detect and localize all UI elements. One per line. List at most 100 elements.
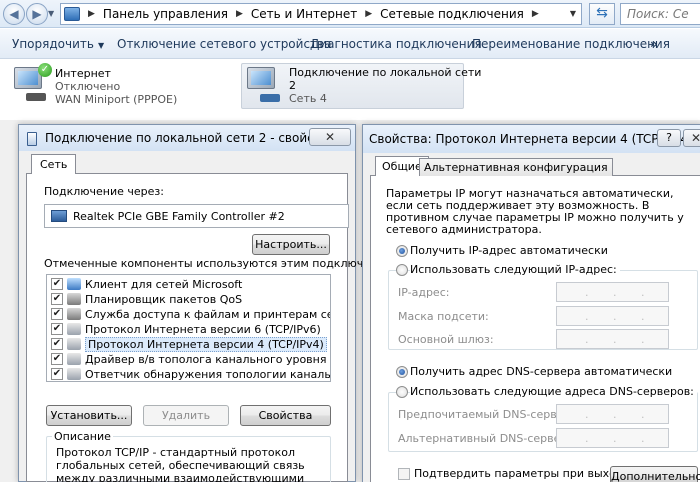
- dns-manual-radio[interactable]: [396, 386, 408, 398]
- dns-preferred-field[interactable]: ...: [556, 404, 669, 424]
- ip-dot: .: [585, 286, 589, 299]
- organize-label: Упорядочить: [12, 37, 94, 51]
- ip-address-label: IP-адрес:: [398, 286, 450, 299]
- component-checkbox[interactable]: ✔: [51, 353, 63, 365]
- breadcrumb-separator-icon[interactable]: ▶: [532, 9, 539, 19]
- dns-auto-radio[interactable]: [396, 366, 408, 378]
- organize-button[interactable]: Упорядочить ▼: [12, 29, 104, 59]
- breadcrumb-separator-icon[interactable]: ▶: [365, 9, 372, 19]
- dns-manual-label[interactable]: Использовать следующие адреса DNS-сервер…: [410, 385, 697, 398]
- explorer-window: ◀ ▶ ▼ ▶ Панель управления ▶ Сеть и Интер…: [0, 0, 700, 120]
- network-connection-icon: [247, 67, 275, 89]
- breadcrumb-control-panel[interactable]: Панель управления: [103, 7, 228, 21]
- diagnose-button[interactable]: Диагностика подключения: [310, 29, 482, 59]
- forward-icon[interactable]: ▶: [26, 3, 48, 25]
- ip-dot: .: [641, 286, 645, 299]
- subnet-field[interactable]: ...: [556, 306, 669, 326]
- ip-auto-radio[interactable]: [396, 245, 408, 257]
- back-icon[interactable]: ◀: [3, 3, 25, 25]
- protocol-icon: [67, 338, 81, 350]
- component-checkbox[interactable]: ✔: [51, 368, 63, 380]
- search-input[interactable]: Поиск: Се: [620, 3, 700, 25]
- ip-manual-radio[interactable]: [396, 264, 408, 276]
- validate-checkbox[interactable]: [398, 468, 410, 480]
- list-item[interactable]: ✔ Планировщик пакетов QoS: [51, 292, 330, 307]
- breadcrumb-network-connections[interactable]: Сетевые подключения: [380, 7, 524, 21]
- dialog-title: Свойства: Протокол Интернета версии 4 (T…: [369, 132, 693, 146]
- rename-button[interactable]: Переименование подключения: [472, 29, 670, 59]
- description-legend: Описание: [52, 430, 113, 443]
- component-label: Драйвер в/в тополога канального уровня: [85, 353, 327, 366]
- ip-dot: .: [613, 333, 617, 346]
- dialog-titlebar[interactable]: Свойства: Протокол Интернета версии 4 (T…: [363, 125, 700, 153]
- connection-local-area-2[interactable]: Подключение по локальной сети 2 Сеть 4: [241, 63, 481, 109]
- help-icon[interactable]: ?: [657, 129, 681, 147]
- close-icon[interactable]: ✕: [309, 128, 351, 146]
- client-icon: [67, 278, 81, 290]
- overflow-chevron-icon[interactable]: »: [650, 29, 658, 59]
- list-item[interactable]: ✔ Ответчик обнаружения топологии канальн…: [51, 367, 330, 381]
- breadcrumb-separator-icon[interactable]: ▶: [88, 9, 95, 19]
- component-checkbox[interactable]: ✔: [51, 308, 63, 320]
- connection-label: Подключение по локальной сети 2 Сеть 4: [289, 66, 481, 105]
- advanced-button[interactable]: Дополнительно...: [610, 466, 700, 482]
- gateway-field[interactable]: ...: [556, 329, 669, 349]
- ip-manual-label[interactable]: Использовать следующий IP-адрес:: [410, 263, 620, 276]
- ip-dot: .: [585, 333, 589, 346]
- connection-device: Сеть 4: [289, 92, 327, 105]
- component-checkbox[interactable]: ✔: [51, 278, 63, 290]
- close-icon[interactable]: ✕: [683, 129, 700, 147]
- command-bar: Упорядочить ▼ Отключение сетевого устройс…: [0, 29, 700, 59]
- list-item[interactable]: ✔ Протокол Интернета версии 6 (TCP/IPv6): [51, 322, 330, 337]
- service-icon: [67, 308, 81, 320]
- list-item[interactable]: ✔ Драйвер в/в тополога канального уровня: [51, 352, 330, 367]
- chevron-down-icon: ▼: [97, 41, 105, 50]
- dialog-titlebar[interactable]: Подключение по локальной сети 2 - свойст…: [19, 125, 355, 151]
- connection-device: WAN Miniport (PPPOE): [55, 93, 178, 106]
- network-adapter-icon: [51, 210, 67, 222]
- connection-status: Отключено: [55, 80, 121, 93]
- dns-alternate-label: Альтернативный DNS-сервер:: [398, 432, 572, 445]
- configure-button[interactable]: Настроить...: [252, 234, 330, 255]
- component-label: Планировщик пакетов QoS: [85, 293, 243, 306]
- protocol-icon: [67, 353, 81, 365]
- disable-device-button[interactable]: Отключение сетевого устройства: [117, 29, 331, 59]
- ip-dot: .: [641, 408, 645, 421]
- component-checkbox[interactable]: ✔: [51, 323, 63, 335]
- component-checkbox[interactable]: ✔: [51, 338, 63, 350]
- remove-button[interactable]: Удалить: [143, 405, 229, 426]
- dns-auto-label[interactable]: Получить адрес DNS-сервера автоматически: [410, 365, 672, 378]
- install-button[interactable]: Установить...: [46, 405, 132, 426]
- navigation-bar: ◀ ▶ ▼ ▶ Панель управления ▶ Сеть и Интер…: [0, 0, 700, 28]
- list-item-selected[interactable]: ✔ Протокол Интернета версии 4 (TCP/IPv4): [51, 337, 330, 352]
- list-item[interactable]: ✔ Клиент для сетей Microsoft: [51, 277, 330, 292]
- address-bar[interactable]: ▶ Панель управления ▶ Сеть и Интернет ▶ …: [60, 3, 582, 25]
- component-label: Клиент для сетей Microsoft: [85, 278, 243, 291]
- ip-dot: .: [585, 408, 589, 421]
- ip-dot: .: [585, 310, 589, 323]
- component-checkbox[interactable]: ✔: [51, 293, 63, 305]
- control-panel-icon: [64, 7, 80, 21]
- ip-auto-label[interactable]: Получить IP-адрес автоматически: [410, 244, 608, 257]
- components-list[interactable]: ✔ Клиент для сетей Microsoft ✔ Планировщ…: [46, 274, 331, 382]
- ip-dot: .: [613, 286, 617, 299]
- network-icon: [27, 132, 37, 146]
- breadcrumb-network-internet[interactable]: Сеть и Интернет: [251, 7, 357, 21]
- connection-label: Интернет Отключено WAN Miniport (PPPOE): [55, 67, 177, 106]
- address-dropdown-icon[interactable]: ▼: [570, 9, 576, 18]
- service-icon: [67, 293, 81, 305]
- tab-network[interactable]: Сеть: [31, 154, 77, 174]
- refresh-icon[interactable]: ⇆: [589, 3, 615, 25]
- ip-dot: .: [641, 333, 645, 346]
- ip-address-field[interactable]: ...: [556, 282, 669, 302]
- list-item[interactable]: ✔ Служба доступа к файлам и принтерам се…: [51, 307, 330, 322]
- dns-alternate-field[interactable]: ...: [556, 428, 669, 448]
- history-dropdown-icon[interactable]: ▼: [48, 9, 54, 18]
- component-label: Протокол Интернета версии 6 (TCP/IPv6): [85, 323, 321, 336]
- tab-alternate-config[interactable]: Альтернативная конфигурация: [419, 158, 613, 176]
- properties-button[interactable]: Свойства: [240, 405, 331, 426]
- protocol-icon: [67, 368, 81, 380]
- breadcrumb-separator-icon[interactable]: ▶: [236, 9, 243, 19]
- connection-internet[interactable]: ✓ Интернет Отключено WAN Miniport (PPPOE…: [8, 61, 228, 111]
- validate-label[interactable]: Подтвердить параметры при выходе: [414, 467, 630, 480]
